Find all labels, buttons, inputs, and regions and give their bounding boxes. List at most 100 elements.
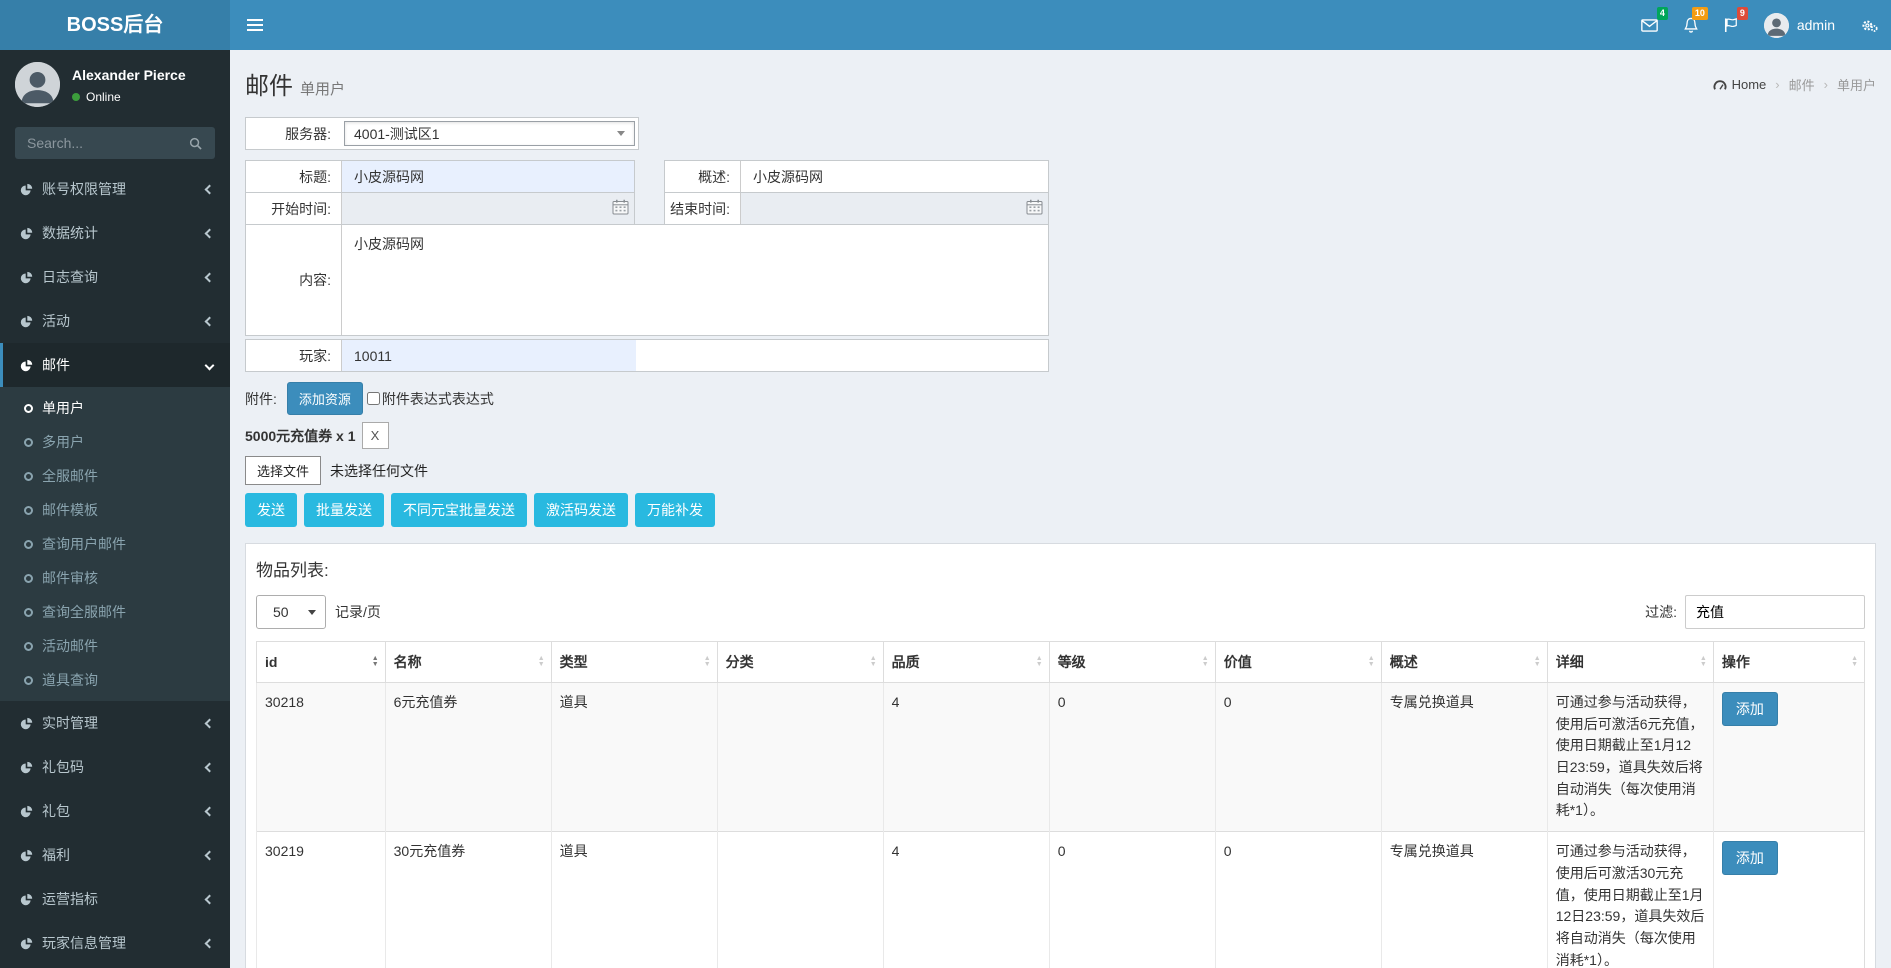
choose-file-button[interactable]: 选择文件 [245, 456, 321, 485]
chevron-left-icon [205, 718, 215, 728]
online-status[interactable]: Online [72, 90, 186, 104]
page-size-select[interactable]: 50 [256, 595, 326, 629]
column-header[interactable]: 品质▲▼ [883, 642, 1049, 683]
sort-icon: ▲▼ [1851, 656, 1858, 668]
tasks-menu[interactable]: 9 [1711, 0, 1751, 50]
add-button[interactable]: 添加 [1722, 841, 1778, 875]
title-input[interactable] [341, 161, 634, 192]
sort-icon: ▲▼ [1534, 656, 1541, 668]
sidebar-menu-item[interactable]: 实时管理 [0, 701, 230, 745]
sidebar-submenu-item[interactable]: 多用户 [0, 425, 230, 459]
pie-chart-icon [18, 849, 35, 862]
search-input[interactable] [15, 127, 176, 159]
user-menu-label: admin [1797, 17, 1835, 33]
search-button[interactable] [176, 127, 215, 159]
content-textarea[interactable]: 小皮源码网 [341, 225, 1048, 335]
sidebar-user-name: Alexander Pierce [72, 67, 186, 83]
chevron-left-icon [205, 316, 215, 326]
breadcrumb-item[interactable]: Home [1713, 77, 1767, 92]
chevron-left-icon [205, 228, 215, 238]
top-navbar: BOSS后台 4109 admin [0, 0, 1891, 50]
content-row: 内容: 小皮源码网 [245, 224, 1049, 336]
end-time-input[interactable] [740, 193, 1048, 224]
column-header[interactable]: id▲▼ [257, 642, 386, 683]
start-time-input[interactable] [341, 193, 634, 224]
sidebar-menu-item[interactable]: 邮件 [0, 343, 230, 387]
table-cell: 专属兑换道具 [1381, 683, 1547, 832]
pie-chart-icon [18, 183, 35, 196]
sidebar-menu-item[interactable]: 玩家信息管理 [0, 921, 230, 965]
page-size-suffix: 记录/页 [335, 602, 381, 622]
sidebar-toggle-icon[interactable] [230, 0, 280, 50]
add-button[interactable]: 添加 [1722, 692, 1778, 726]
attachment-label: 附件: [245, 389, 277, 409]
sidebar-submenu-item[interactable]: 道具查询 [0, 663, 230, 697]
caret-down-icon [617, 131, 625, 136]
server-label: 服务器: [246, 118, 341, 149]
sidebar-submenu-item[interactable]: 邮件审核 [0, 561, 230, 595]
flag-icon [1724, 17, 1738, 33]
search-icon [189, 137, 202, 150]
column-header[interactable]: 价值▲▼ [1215, 642, 1381, 683]
column-header[interactable]: 概述▲▼ [1381, 642, 1547, 683]
action-button[interactable]: 激活码发送 [534, 493, 628, 527]
envelope-icon [1641, 19, 1658, 32]
action-button[interactable]: 批量发送 [304, 493, 384, 527]
attachment-expression-checkbox[interactable]: 附件表达式表达式 [367, 389, 494, 409]
pie-chart-icon [18, 937, 35, 950]
table-cell: 0 [1215, 683, 1381, 832]
breadcrumb-separator: › [1824, 77, 1828, 92]
sidebar-menu-item[interactable]: 数据统计 [0, 211, 230, 255]
attachment-row: 附件: 添加资源 附件表达式表达式 [245, 382, 1876, 415]
messages-menu[interactable]: 4 [1628, 0, 1671, 50]
notifications-menu[interactable]: 10 [1671, 0, 1711, 50]
sidebar-menu-item[interactable]: 礼包码 [0, 745, 230, 789]
sort-icon: ▲▼ [538, 656, 545, 668]
sidebar-menu-item[interactable]: 运营指标 [0, 877, 230, 921]
server-select[interactable]: 4001-测试区1 [344, 121, 635, 146]
sidebar-menu-item[interactable]: 福利 [0, 833, 230, 877]
settings-button[interactable] [1848, 0, 1891, 50]
column-header[interactable]: 名称▲▼ [385, 642, 551, 683]
attachment-chip-label: 5000元充值券 x 1 [245, 426, 356, 446]
column-header[interactable]: 类型▲▼ [551, 642, 717, 683]
calendar-icon[interactable] [612, 199, 629, 218]
user-menu[interactable]: admin [1751, 0, 1848, 50]
column-header[interactable]: 详细▲▼ [1547, 642, 1713, 683]
checkbox[interactable] [367, 392, 380, 405]
column-header[interactable]: 分类▲▼ [717, 642, 883, 683]
app-logo[interactable]: BOSS后台 [0, 0, 230, 50]
add-resource-button[interactable]: 添加资源 [287, 382, 363, 415]
calendar-icon[interactable] [1026, 199, 1043, 218]
circle-icon [24, 506, 33, 515]
attachment-chip: 5000元充值券 x 1 X [245, 422, 1876, 449]
table-cell: 30219 [257, 832, 386, 968]
sidebar-menu-item[interactable]: 礼包 [0, 789, 230, 833]
circle-icon [24, 472, 33, 481]
sidebar-submenu-item[interactable]: 全服邮件 [0, 459, 230, 493]
table-cell: 专属兑换道具 [1381, 832, 1547, 968]
action-button[interactable]: 发送 [245, 493, 297, 527]
remove-attachment-button[interactable]: X [362, 422, 389, 449]
filter-input[interactable] [1685, 595, 1865, 629]
sidebar-submenu-item[interactable]: 活动邮件 [0, 629, 230, 663]
sidebar-submenu-item[interactable]: 查询全服邮件 [0, 595, 230, 629]
sidebar-submenu-item[interactable]: 查询用户邮件 [0, 527, 230, 561]
breadcrumb-separator: › [1775, 77, 1779, 92]
player-input[interactable] [341, 340, 636, 371]
gears-icon [1861, 18, 1878, 33]
breadcrumb-item[interactable]: 邮件 [1789, 75, 1815, 94]
sidebar-menu-item[interactable]: 活动 [0, 299, 230, 343]
action-button[interactable]: 万能补发 [635, 493, 715, 527]
sidebar-menu-item[interactable]: 日志查询 [0, 255, 230, 299]
column-header[interactable]: 操作▲▼ [1713, 642, 1864, 683]
action-button[interactable]: 不同元宝批量发送 [391, 493, 527, 527]
sidebar-submenu-item[interactable]: 邮件模板 [0, 493, 230, 527]
sidebar-search [15, 127, 215, 159]
table-cell: 0 [1049, 832, 1215, 968]
start-time-label: 开始时间: [246, 193, 341, 224]
sidebar-submenu-item[interactable]: 单用户 [0, 391, 230, 425]
column-header[interactable]: 等级▲▼ [1049, 642, 1215, 683]
sidebar-menu-item[interactable]: 账号权限管理 [0, 167, 230, 211]
summary-input[interactable] [740, 161, 1048, 192]
